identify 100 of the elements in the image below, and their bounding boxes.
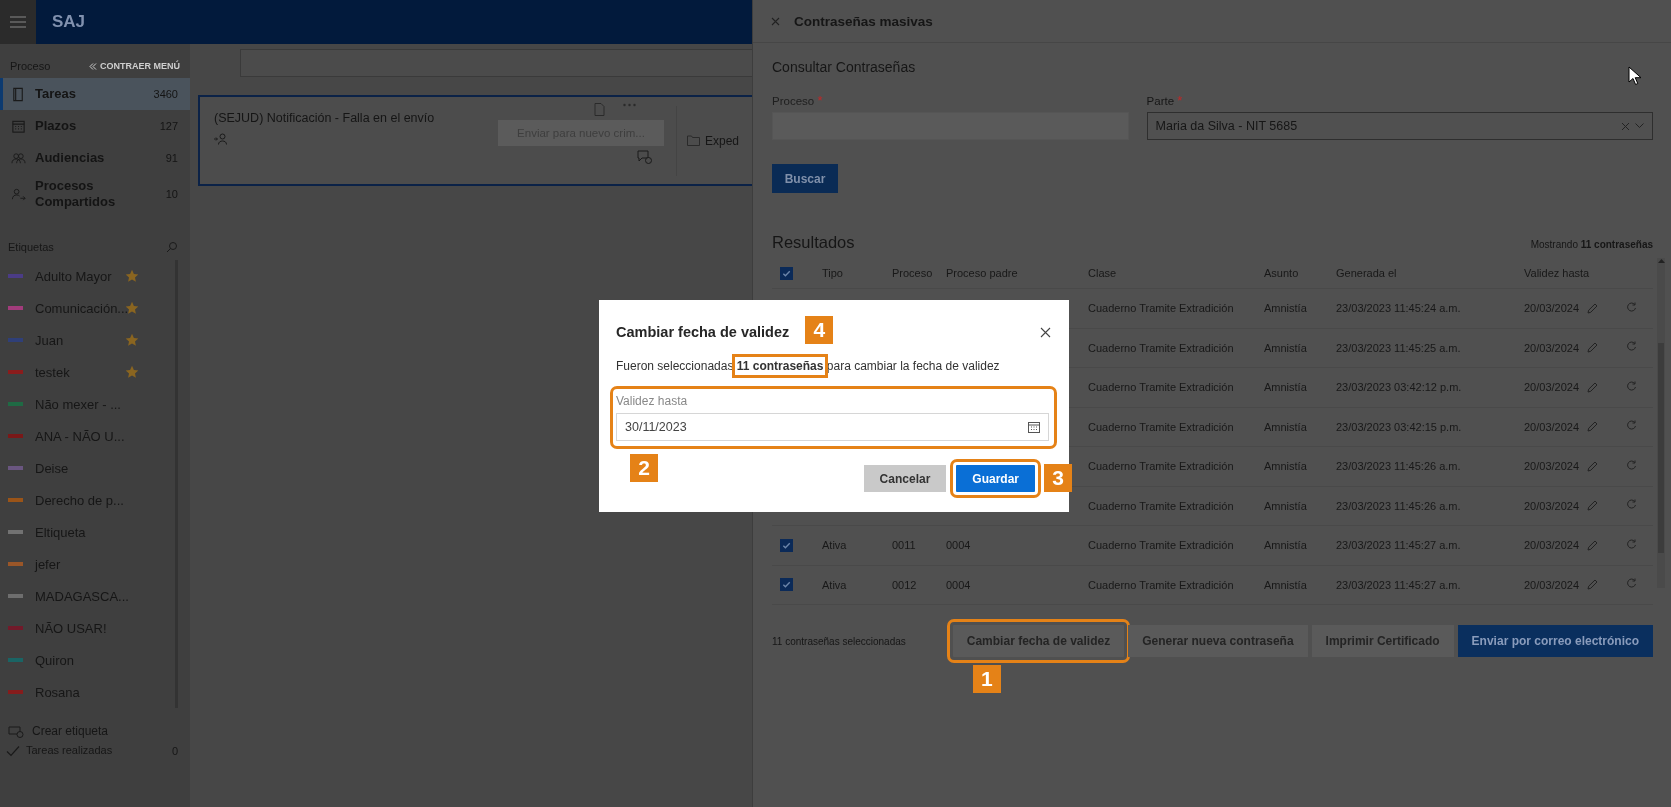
panel-title: Contraseñas masivas: [794, 13, 933, 29]
tag-add-icon: [8, 724, 24, 738]
checkbox[interactable]: [780, 266, 793, 280]
refresh-icon[interactable]: [1626, 538, 1637, 550]
refresh-icon[interactable]: [1626, 380, 1637, 392]
table-cell-text: Amnistía: [1263, 539, 1308, 552]
arrow-up-icon[interactable]: [1657, 258, 1665, 263]
folder-icon: [687, 135, 700, 146]
comment-add-icon[interactable]: [637, 150, 652, 164]
section-title: Consultar Contraseñas: [772, 59, 917, 75]
people-share-icon: [11, 186, 26, 202]
chevron-down-icon[interactable]: [1635, 123, 1644, 129]
pencil-icon[interactable]: [1587, 500, 1599, 512]
results-title: Resultados: [772, 233, 855, 252]
clear-icon[interactable]: [1621, 121, 1630, 131]
star-icon[interactable]: [125, 333, 139, 347]
chevrons-left-icon: [89, 62, 97, 70]
refresh-icon[interactable]: [1626, 499, 1637, 511]
dialog-message: Fueron seleccionadas 11 contraseñas para cambiar la fecha de validez: [616, 354, 1051, 378]
table-cell-text: 0012: [891, 578, 918, 591]
table-cell: 20/03/2024: [1524, 539, 1580, 552]
step-number: 2: [630, 454, 658, 482]
checkmark-icon: [782, 580, 791, 590]
book-icon: [11, 86, 26, 102]
table-cell-text: Amnistía: [1263, 302, 1308, 315]
pencil-icon[interactable]: [1587, 342, 1599, 354]
step-number: 1: [972, 665, 1001, 693]
column-header[interactable]: Proceso: [882, 267, 936, 279]
pencil-icon[interactable]: [1587, 421, 1599, 433]
table-cell-text: 0011: [891, 539, 917, 552]
checkbox[interactable]: [780, 538, 793, 552]
dialog-button[interactable]: Cancelar: [863, 465, 947, 492]
table-cell-text: Amnistía: [1263, 460, 1308, 473]
pencil-icon[interactable]: [1587, 381, 1599, 393]
refresh-icon[interactable]: [1626, 459, 1637, 471]
pencil-icon[interactable]: [1587, 460, 1599, 472]
required-mark: *: [1177, 93, 1183, 108]
document-icon[interactable]: [594, 103, 605, 116]
table-cell-text: Ativa: [821, 578, 848, 591]
table-cell: 20/03/2024: [1524, 499, 1580, 512]
search-button[interactable]: Buscar: [772, 164, 838, 193]
action-button[interactable]: Enviar por correo electrónico: [1457, 625, 1653, 657]
table-cell-text: Amnistía: [1263, 420, 1308, 433]
results-count: Mostrando 11 contraseñas: [1530, 239, 1653, 250]
table-cell: 20/03/2024: [1524, 381, 1580, 394]
menu-button[interactable]: [0, 0, 36, 44]
star-icon[interactable]: [125, 301, 139, 315]
table-cell-text: Amnistía: [1263, 381, 1308, 394]
table-cell: 20/03/2024: [1524, 420, 1580, 433]
pointer-icon: [1628, 66, 1642, 86]
scrollbar[interactable]: [1657, 258, 1665, 588]
table-cell-text: 0004: [945, 578, 972, 591]
calendar-icon: [11, 118, 26, 134]
step-number: 3: [1044, 464, 1072, 492]
table-cell: 20/03/2024: [1524, 302, 1580, 315]
checkmark-icon: [782, 540, 791, 550]
field-label: Parte: [1146, 95, 1175, 107]
table-cell-text: Amnistía: [1263, 499, 1308, 512]
checkbox[interactable]: [780, 578, 793, 592]
pencil-icon[interactable]: [1587, 539, 1599, 551]
table-cell-text: 23/03/2023 11:45:26 a.m.: [1335, 499, 1462, 512]
star-icon[interactable]: [125, 365, 139, 379]
table-cell-text: 23/03/2023 03:42:12 p.m.: [1335, 381, 1463, 394]
refresh-icon[interactable]: [1626, 578, 1637, 590]
pencil-icon[interactable]: [1587, 579, 1599, 591]
checkmark-icon: [782, 268, 791, 278]
table-cell-text: Amnistía: [1263, 341, 1308, 354]
calendar-icon[interactable]: [1028, 421, 1040, 433]
menu-icon: [10, 16, 26, 28]
dialog-title: Cambiar fecha de validez: [616, 324, 790, 340]
table-cell: 20/03/2024: [1524, 460, 1580, 473]
table-cell-text: 23/03/2023 11:45:24 a.m.: [1335, 302, 1462, 315]
table-cell-text: 23/03/2023 11:45:25 a.m.: [1335, 341, 1462, 354]
table-cell: 20/03/2024: [1524, 578, 1580, 591]
assign-user-icon[interactable]: [214, 133, 228, 145]
pencil-icon[interactable]: [1587, 302, 1599, 314]
refresh-icon[interactable]: [1626, 420, 1637, 432]
collapse-menu-link[interactable]: CONTRAER MENÚ: [89, 61, 180, 71]
required-mark: *: [817, 93, 823, 108]
close-button[interactable]: [1040, 326, 1051, 338]
table-cell: 20/03/2024: [1524, 341, 1580, 354]
step-number: 4: [805, 316, 834, 344]
refresh-icon[interactable]: [1626, 341, 1637, 353]
column-header[interactable]: Asunto: [1254, 267, 1326, 279]
search-icon[interactable]: [166, 241, 178, 253]
people-icon: [11, 150, 26, 166]
select-field[interactable]: Maria da Silva - NIT 5685: [1146, 112, 1653, 140]
table-cell-text: 23/03/2023 11:45:27 a.m.: [1335, 539, 1462, 552]
table-cell-text: 23/03/2023 11:45:27 a.m.: [1335, 578, 1462, 591]
sidebar-item[interactable]: Tareas 3460: [0, 78, 190, 110]
checkmark-icon: [6, 744, 20, 757]
table-cell-text: 23/03/2023 11:45:26 a.m.: [1335, 460, 1462, 473]
table-cell-text: Ativa: [821, 539, 848, 552]
app-title: SAJ: [52, 12, 86, 32]
table-cell-text: 23/03/2023 03:42:15 p.m.: [1335, 420, 1463, 433]
refresh-icon[interactable]: [1626, 301, 1637, 313]
star-icon[interactable]: [125, 269, 139, 283]
column-header[interactable]: Proceso padre: [936, 267, 1078, 279]
table-cell-text: Amnistía: [1263, 578, 1308, 591]
table-cell-text: 0004: [945, 539, 972, 552]
